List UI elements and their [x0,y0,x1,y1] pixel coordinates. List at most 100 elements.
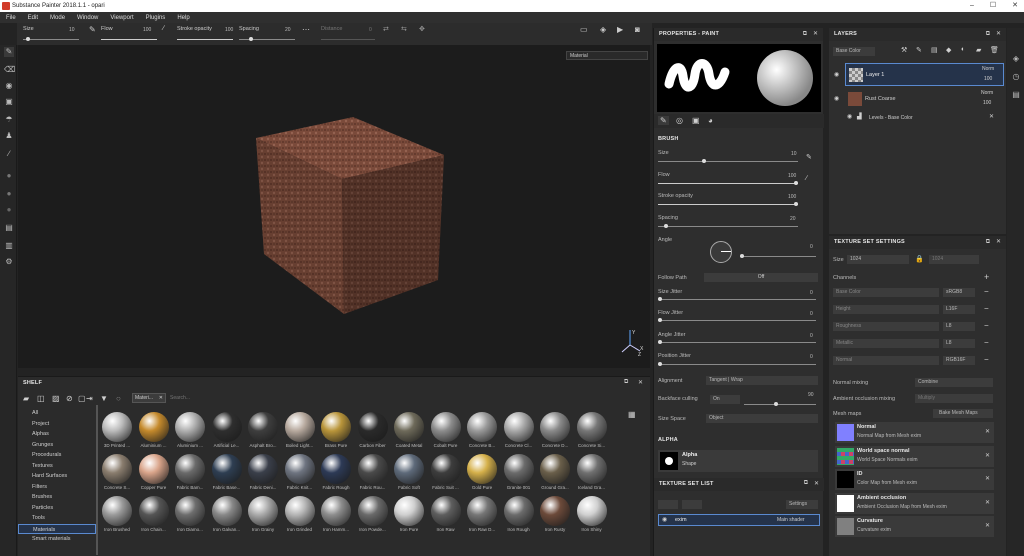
mesh-map-item[interactable]: Curvature Curvature exim ✕ [835,516,994,537]
shelf-scrollbar[interactable] [96,405,98,555]
material-item[interactable]: Concrete D... [538,412,572,448]
flow-value[interactable]: 100 [788,173,796,179]
material-item[interactable]: Concrete Si... [575,412,609,448]
remove-channel-icon[interactable]: − [984,321,989,330]
folder-icon[interactable]: ▰ [23,394,29,403]
size-jitter-value[interactable]: 0 [810,290,813,296]
flow-pressure-icon[interactable]: ∕ [806,175,807,182]
material-item[interactable]: Fabric Base... [210,454,244,490]
menu-file[interactable]: File [0,15,22,21]
undock-icon[interactable]: ⧉ [986,236,990,249]
angle-knob[interactable] [740,254,744,258]
category-smart-materials[interactable]: Smart materials [18,534,96,545]
distance-slider[interactable] [321,39,375,40]
material-item[interactable]: Iron Raw [429,496,463,532]
bake-mesh-maps-button[interactable]: Bake Mesh Maps [933,409,993,418]
layer-item-1[interactable]: Layer 1 Norm 100 [845,63,1004,86]
size-slider[interactable] [658,161,798,162]
angle-dial[interactable] [710,241,732,263]
material-item[interactable]: Iron Shiny [575,496,609,532]
visibility-icon[interactable]: ◉ [847,113,852,120]
close-panel-icon[interactable]: ✕ [813,28,818,41]
menu-mode[interactable]: Mode [44,15,71,21]
material-item[interactable]: Iron Hamm... [319,496,353,532]
material-item[interactable]: Artificial Le... [210,412,244,448]
flow-slider[interactable] [101,39,157,40]
material-item[interactable]: Fabric Suit ... [429,454,463,490]
material-item[interactable]: Iron Rough [502,496,536,532]
category-procedurals[interactable]: Procedurals [18,450,96,461]
backface-culling-toggle[interactable]: On [710,395,740,404]
flow-value[interactable]: 100 [143,27,151,33]
backface-angle-value[interactable]: 90 [808,392,814,398]
add-channel-icon[interactable]: + [984,272,989,282]
size-knob[interactable] [26,37,30,41]
flow-knob[interactable] [794,181,798,185]
display-settings-icon[interactable]: ▤ [4,223,14,233]
spacing-value[interactable]: 20 [790,216,796,222]
add-layer-icon[interactable]: ▤ [931,46,938,54]
mesh-map-item[interactable]: Ambient occlusion Ambient Occlusion Map f… [835,492,994,514]
material-item[interactable]: Coated Metal [392,412,426,448]
channel-name[interactable]: Metallic [833,339,939,348]
layer-opacity[interactable]: 100 [984,76,992,82]
size-jitter-knob[interactable] [658,297,662,301]
maximize-button[interactable]: ☐ [990,0,996,12]
shader-settings-icon[interactable]: ▥ [4,241,14,251]
folder-icon[interactable]: ▰ [976,46,981,54]
dot-icon-3[interactable]: ● [4,205,14,215]
size-value[interactable]: 10 [69,27,75,33]
mesh-map-item[interactable]: ID Color Map from Mesh exim ✕ [835,469,994,490]
material-item[interactable]: Iron Brushed [100,496,134,532]
menu-help[interactable]: Help [171,15,195,21]
position-jitter-slider[interactable] [658,364,816,365]
log-icon[interactable]: ▤ [1011,90,1021,100]
mesh-map-item[interactable]: World space normal World Space Normals ex… [835,445,994,467]
dot-icon-2[interactable]: ● [4,189,14,199]
symmetry-icon[interactable]: ⇄ [383,25,389,33]
screenshot-icon[interactable]: ◙ [635,25,640,34]
normal-mixing-select[interactable]: Combine [915,378,993,387]
close-panel-icon[interactable]: ✕ [996,28,1001,41]
material-item[interactable]: Iron Powde... [356,496,390,532]
undock-icon[interactable]: ⧉ [986,28,990,41]
undock-icon[interactable]: ⧉ [624,379,628,386]
material-item[interactable]: Iron Pure [392,496,426,532]
spacing-slider[interactable] [239,39,295,40]
size-knob[interactable] [702,159,706,163]
radio-icon[interactable]: ◉ [662,516,667,523]
angle-jitter-knob[interactable] [658,340,662,344]
settings-icon[interactable]: ⚙ [4,257,14,267]
material-item[interactable]: Aluminium ... [137,412,171,448]
size-jitter-slider[interactable] [658,299,816,300]
paint-tool-icon[interactable]: ✎ [4,47,14,57]
angle-jitter-value[interactable]: 0 [810,333,813,339]
spacing-knob[interactable] [249,37,253,41]
lazy-mouse-icon[interactable]: ⋯ [302,25,310,34]
material-item[interactable]: Iron Chain... [137,496,171,532]
flow-jitter-value[interactable]: 0 [810,311,813,317]
stroke-opacity-slider[interactable] [177,39,233,40]
material-item[interactable]: Concrete B... [465,412,499,448]
material-item[interactable]: Cobalt Pure [429,412,463,448]
layer-blend[interactable]: Norm [981,90,993,96]
clone-tool-icon[interactable]: ♟ [4,131,14,141]
minimize-button[interactable]: – [970,0,974,12]
remove-map-icon[interactable]: ✕ [985,522,990,529]
layers-tab-icon[interactable]: ◈ [1011,54,1021,64]
chip-close-icon[interactable]: ✕ [159,394,163,402]
layer-item-2[interactable]: Rust Coarse Norm 100 [845,88,1004,110]
dot-icon-1[interactable]: ● [4,171,14,181]
mesh-map-item[interactable]: Normal Normal Map from Mesh exim ✕ [835,422,994,443]
channel-name[interactable]: Height [833,305,939,314]
brush-icon[interactable]: ✎ [89,25,96,34]
transform-icon[interactable]: ✥ [419,25,425,33]
visibility-icon[interactable]: ◉ [834,71,839,78]
lock-icon[interactable]: 🔒 [915,255,924,263]
alignment-select[interactable]: Tangent | Wrap [706,376,818,385]
channel-name[interactable]: Roughness [833,322,939,331]
tsl-item-exim[interactable]: ◉ exim Main shader [658,514,820,526]
polygon-fill-icon[interactable]: ▣ [4,97,14,107]
material-item[interactable]: Aluminium ... [173,412,207,448]
ao-mixing-select[interactable]: Multiply [915,394,993,403]
